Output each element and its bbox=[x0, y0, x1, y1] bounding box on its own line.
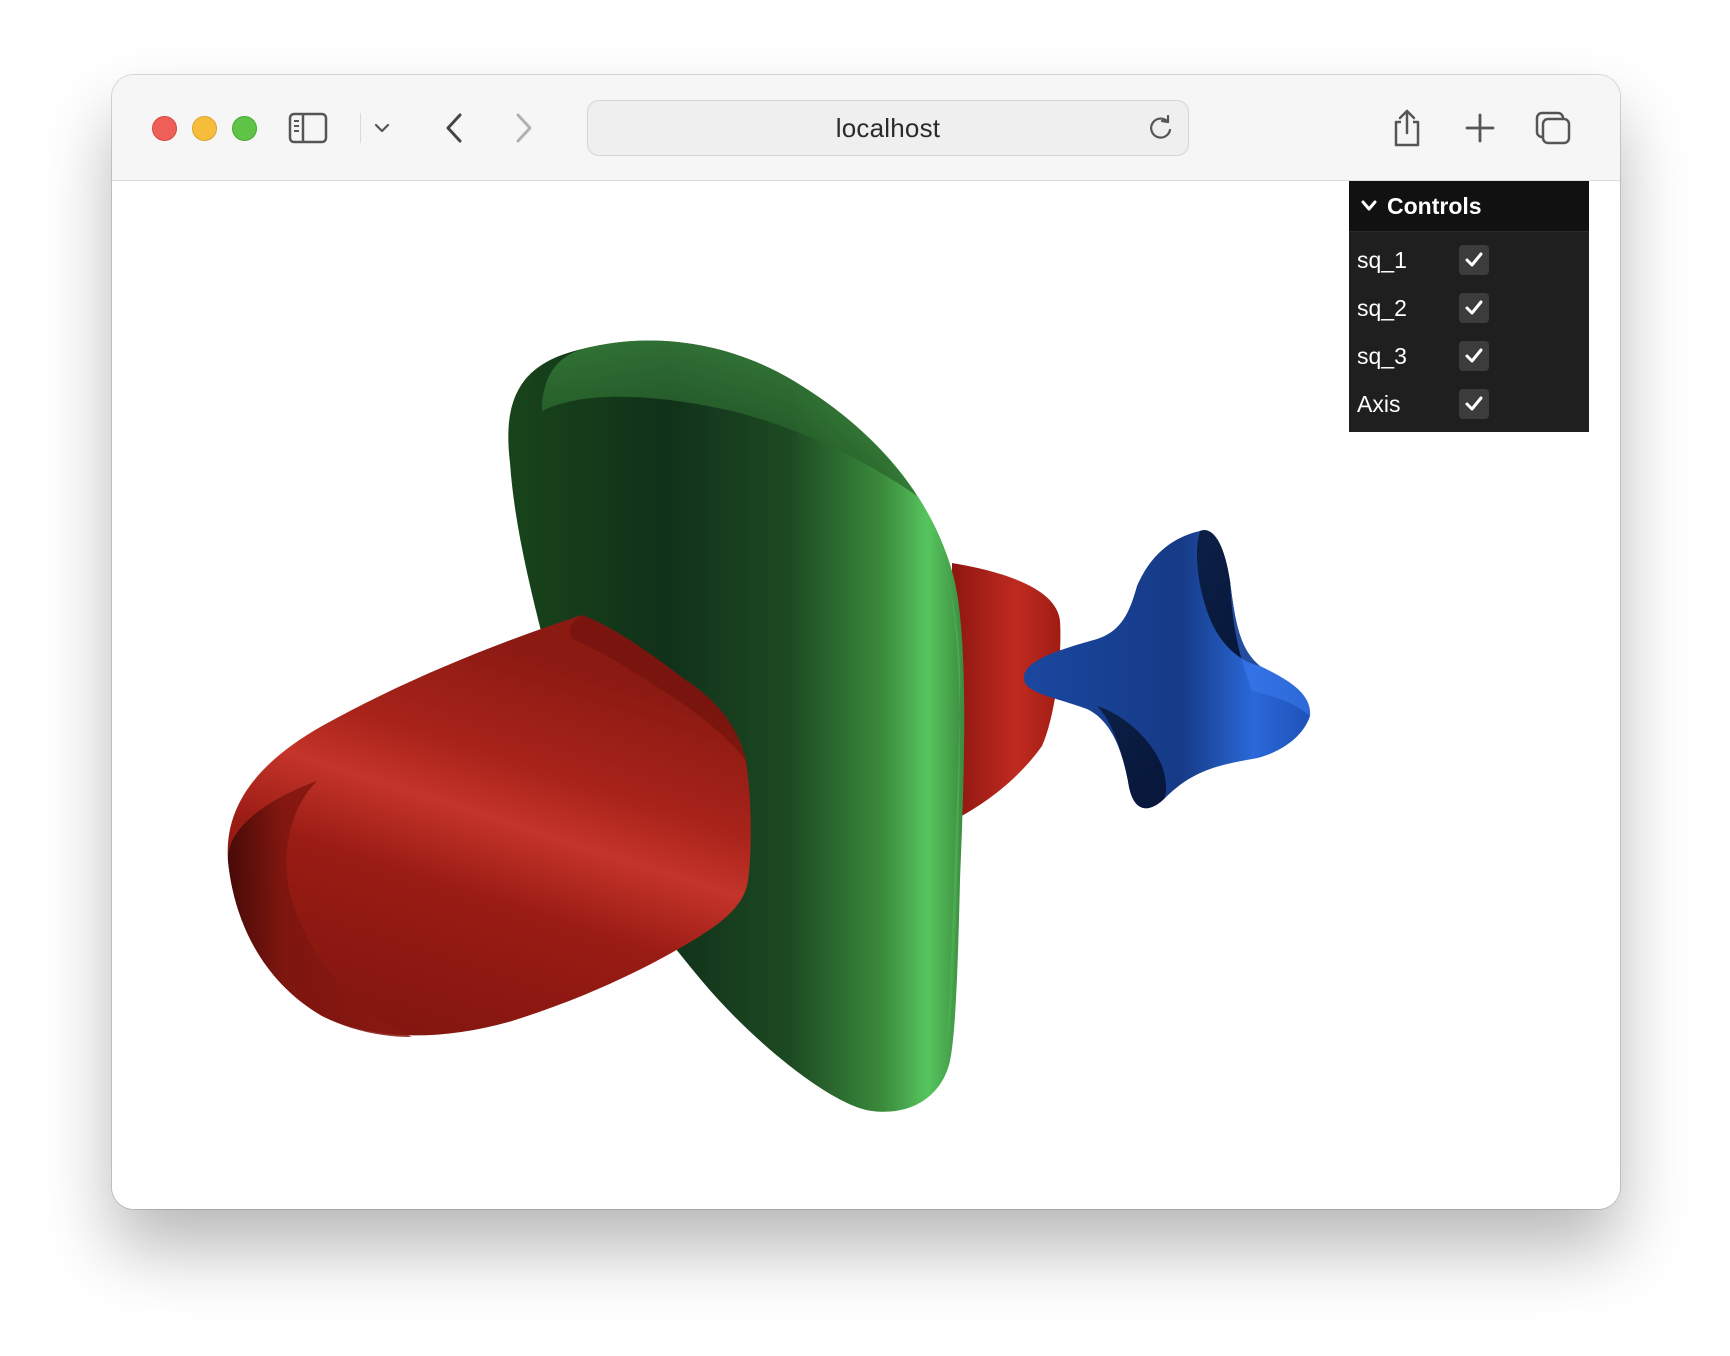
checkmark-icon bbox=[1465, 348, 1483, 363]
reload-icon[interactable] bbox=[1146, 113, 1176, 143]
chevron-down-icon[interactable] bbox=[368, 107, 396, 149]
sidebar-icon[interactable] bbox=[286, 107, 330, 149]
sq-3-checkbox[interactable] bbox=[1459, 341, 1489, 371]
controls-list: sq_1 sq_2 sq_3 Axis bbox=[1349, 232, 1589, 432]
webgl-viewport[interactable]: Controls sq_1 sq_2 sq_3 Axis bbox=[112, 181, 1620, 1209]
sq-1-checkbox[interactable] bbox=[1459, 245, 1489, 275]
control-row-sq-2: sq_2 bbox=[1349, 284, 1589, 332]
new-tab-icon[interactable] bbox=[1461, 107, 1499, 149]
axis-checkbox[interactable] bbox=[1459, 389, 1489, 419]
url-text: localhost bbox=[835, 112, 941, 143]
sq-2-checkbox[interactable] bbox=[1459, 293, 1489, 323]
blue-superquadric bbox=[1023, 530, 1311, 809]
control-row-sq-3: sq_3 bbox=[1349, 332, 1589, 380]
checkmark-icon bbox=[1465, 300, 1483, 315]
controls-header[interactable]: Controls bbox=[1349, 181, 1589, 232]
checkmark-icon bbox=[1465, 252, 1483, 267]
tabs-overview-icon[interactable] bbox=[1532, 107, 1574, 149]
zoom-window-button[interactable] bbox=[232, 116, 257, 141]
control-row-sq-1: sq_1 bbox=[1349, 236, 1589, 284]
browser-toolbar: localhost bbox=[112, 75, 1620, 181]
forward-icon[interactable] bbox=[507, 107, 541, 149]
checkmark-icon bbox=[1465, 396, 1483, 411]
share-icon[interactable] bbox=[1387, 107, 1427, 149]
controls-title: Controls bbox=[1387, 192, 1482, 219]
address-bar[interactable]: localhost bbox=[587, 100, 1189, 156]
control-label: Axis bbox=[1357, 390, 1401, 417]
minimize-window-button[interactable] bbox=[192, 116, 217, 141]
back-icon[interactable] bbox=[437, 107, 471, 149]
chevron-down-icon bbox=[1361, 200, 1377, 211]
control-label: sq_3 bbox=[1357, 342, 1407, 369]
control-label: sq_1 bbox=[1357, 246, 1407, 273]
close-window-button[interactable] bbox=[152, 116, 177, 141]
toolbar-separator bbox=[360, 113, 361, 143]
control-label: sq_2 bbox=[1357, 294, 1407, 321]
control-row-axis: Axis bbox=[1349, 380, 1589, 428]
browser-window: localhost Controls sq_1 sq_2 sq_3 Axis bbox=[112, 75, 1620, 1209]
controls-panel: Controls sq_1 sq_2 sq_3 Axis bbox=[1349, 181, 1589, 432]
red-superquadric-front bbox=[227, 615, 751, 1037]
